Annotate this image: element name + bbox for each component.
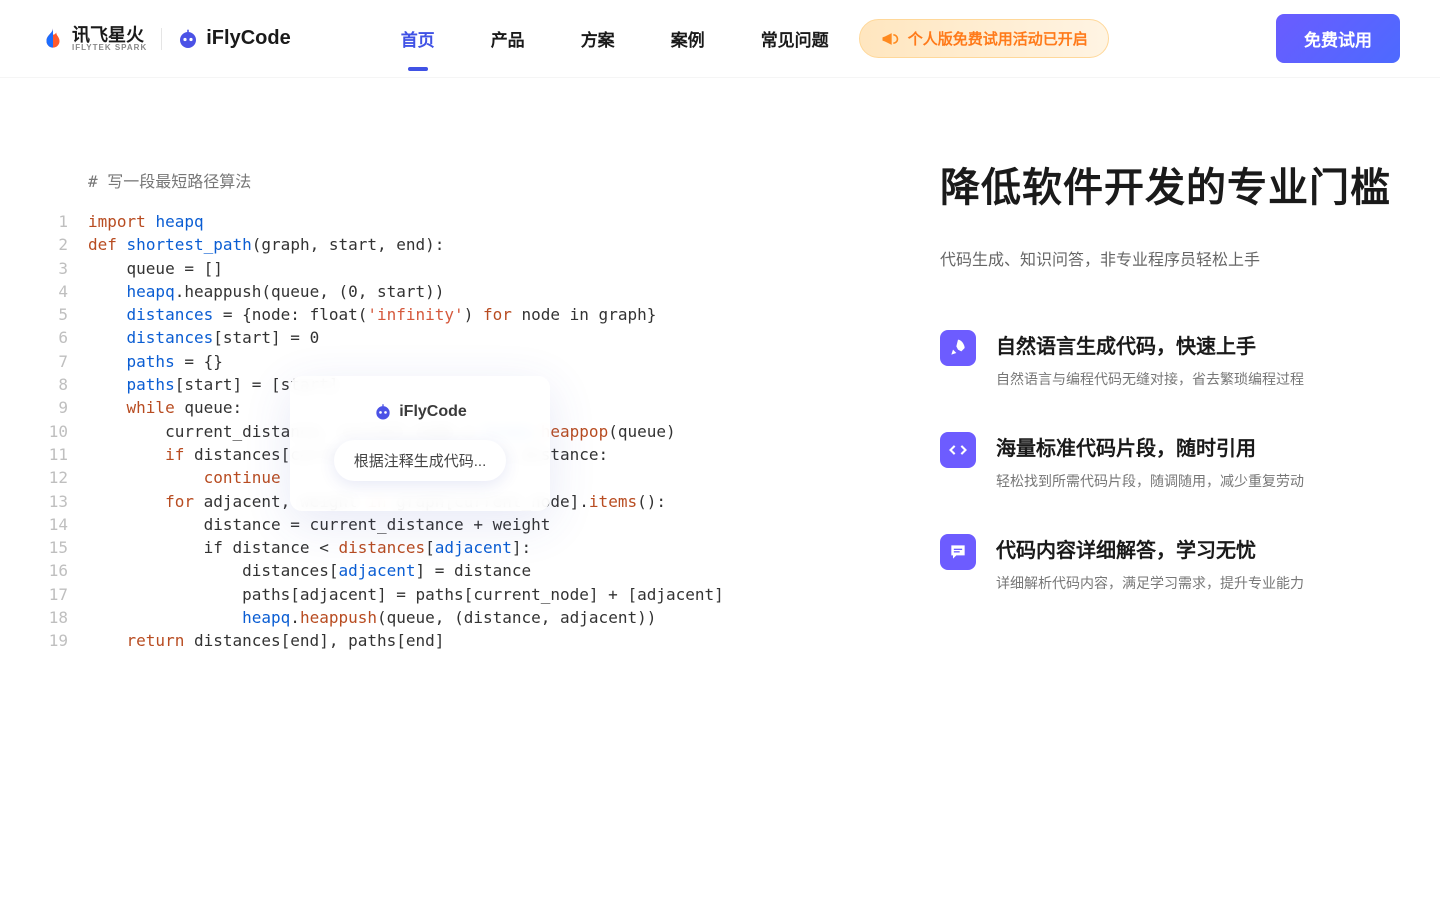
popup-brand-name: iFlyCode bbox=[399, 403, 467, 421]
code-content: while queue: bbox=[88, 396, 242, 419]
cta-free-trial[interactable]: 免费试用 bbox=[1276, 14, 1400, 63]
line-number: 14 bbox=[40, 513, 88, 536]
line-number: 8 bbox=[40, 373, 88, 396]
nav-items: 首页 产品 方案 案例 常见问题 bbox=[401, 20, 829, 57]
feature-text: 自然语言生成代码，快速上手 自然语言与编程代码无缝对接，省去繁琐编程过程 bbox=[996, 330, 1304, 390]
bot-icon bbox=[373, 402, 393, 422]
feature-title: 自然语言生成代码，快速上手 bbox=[996, 330, 1304, 359]
code-content: distances[adjacent] = distance bbox=[88, 559, 531, 582]
flame-icon bbox=[40, 26, 66, 52]
line-number: 19 bbox=[40, 629, 88, 652]
nav-item-faq[interactable]: 常见问题 bbox=[761, 20, 829, 57]
feature-item-3: 代码内容详细解答，学习无忧 详细解析代码内容，满足学习需求，提升专业能力 bbox=[940, 534, 1400, 594]
code-line: 5 distances = {node: float('infinity') f… bbox=[40, 303, 900, 326]
feature-panel: 降低软件开发的专业门槛 代码生成、知识问答，非专业程序员轻松上手 自然语言生成代… bbox=[940, 138, 1400, 653]
popup-brand: iFlyCode bbox=[312, 402, 528, 422]
line-number: 3 bbox=[40, 257, 88, 280]
code-line: 18 heapq.heappush(queue, (distance, adja… bbox=[40, 606, 900, 629]
code-line: 3 queue = [] bbox=[40, 257, 900, 280]
code-line: 4 heapq.heappush(queue, (0, start)) bbox=[40, 280, 900, 303]
brand-spark[interactable]: 讯飞星火 IFLYTEK SPARK bbox=[40, 26, 147, 52]
nav-item-case[interactable]: 案例 bbox=[671, 20, 705, 57]
popup-action[interactable]: 根据注释生成代码... bbox=[334, 440, 507, 481]
chat-icon bbox=[940, 534, 976, 570]
line-number: 11 bbox=[40, 443, 88, 466]
line-number: 16 bbox=[40, 559, 88, 582]
code-content: return distances[end], paths[end] bbox=[88, 629, 444, 652]
brand-spark-name: 讯飞星火 bbox=[72, 26, 147, 44]
line-number: 12 bbox=[40, 466, 88, 489]
code-preview: # 写一段最短路径算法 1import heapq2def shortest_p… bbox=[40, 138, 900, 653]
brand-spark-text: 讯飞星火 IFLYTEK SPARK bbox=[72, 26, 147, 52]
code-line: 15 if distance < distances[adjacent]: bbox=[40, 536, 900, 559]
code-content: heapq.heappush(queue, (0, start)) bbox=[88, 280, 444, 303]
line-number: 9 bbox=[40, 396, 88, 419]
nav-item-solution[interactable]: 方案 bbox=[581, 20, 615, 57]
feature-text: 代码内容详细解答，学习无忧 详细解析代码内容，满足学习需求，提升专业能力 bbox=[996, 534, 1304, 594]
line-number: 17 bbox=[40, 583, 88, 606]
line-number: 2 bbox=[40, 233, 88, 256]
line-number: 15 bbox=[40, 536, 88, 559]
code-content: def shortest_path(graph, start, end): bbox=[88, 233, 444, 256]
code-line: 16 distances[adjacent] = distance bbox=[40, 559, 900, 582]
bot-icon bbox=[176, 27, 200, 51]
suggestion-popup: iFlyCode 根据注释生成代码... bbox=[290, 376, 550, 511]
code-line: 7 paths = {} bbox=[40, 350, 900, 373]
line-number: 7 bbox=[40, 350, 88, 373]
code-content: paths[adjacent] = paths[current_node] + … bbox=[88, 583, 724, 606]
code-comment: # 写一段最短路径算法 bbox=[88, 168, 900, 192]
brand-iflycode[interactable]: iFlyCode bbox=[176, 27, 290, 51]
code-icon bbox=[940, 432, 976, 468]
code-line: 14 distance = current_distance + weight bbox=[40, 513, 900, 536]
line-number: 13 bbox=[40, 490, 88, 513]
feature-desc: 详细解析代码内容，满足学习需求，提升专业能力 bbox=[996, 573, 1304, 594]
headline: 降低软件开发的专业门槛 bbox=[940, 158, 1400, 218]
code-content: import heapq bbox=[88, 210, 204, 233]
nav-item-product[interactable]: 产品 bbox=[491, 20, 525, 57]
feature-text: 海量标准代码片段，随时引用 轻松找到所需代码片段，随调随用，减少重复劳动 bbox=[996, 432, 1304, 492]
line-number: 18 bbox=[40, 606, 88, 629]
brand-iflycode-name: iFlyCode bbox=[206, 27, 290, 50]
code-line: 2def shortest_path(graph, start, end): bbox=[40, 233, 900, 256]
feature-desc: 自然语言与编程代码无缝对接，省去繁琐编程过程 bbox=[996, 369, 1304, 390]
line-number: 6 bbox=[40, 326, 88, 349]
code-line: 17 paths[adjacent] = paths[current_node]… bbox=[40, 583, 900, 606]
rocket-icon bbox=[940, 330, 976, 366]
code-content: distance = current_distance + weight bbox=[88, 513, 550, 536]
brand-spark-sub: IFLYTEK SPARK bbox=[72, 44, 147, 52]
promo-text: 个人版免费试用活动已开启 bbox=[908, 28, 1088, 49]
code-line: 6 distances[start] = 0 bbox=[40, 326, 900, 349]
code-line: 1import heapq bbox=[40, 210, 900, 233]
code-content: continue bbox=[88, 466, 281, 489]
line-number: 1 bbox=[40, 210, 88, 233]
subhead: 代码生成、知识问答，非专业程序员轻松上手 bbox=[940, 246, 1400, 270]
brand-group: 讯飞星火 IFLYTEK SPARK iFlyCode bbox=[40, 26, 291, 52]
code-line: 19 return distances[end], paths[end] bbox=[40, 629, 900, 652]
code-content: heapq.heappush(queue, (distance, adjacen… bbox=[88, 606, 656, 629]
code-content: paths = {} bbox=[88, 350, 223, 373]
code-content: distances[start] = 0 bbox=[88, 326, 319, 349]
code-content: queue = [] bbox=[88, 257, 223, 280]
nav-item-home[interactable]: 首页 bbox=[401, 20, 435, 57]
feature-title: 代码内容详细解答，学习无忧 bbox=[996, 534, 1304, 563]
feature-title: 海量标准代码片段，随时引用 bbox=[996, 432, 1304, 461]
line-number: 10 bbox=[40, 420, 88, 443]
code-content: distances = {node: float('infinity') for… bbox=[88, 303, 656, 326]
line-number: 4 bbox=[40, 280, 88, 303]
top-nav: 讯飞星火 IFLYTEK SPARK iFlyCode 首页 产品 方案 案例 … bbox=[0, 0, 1440, 78]
line-number: 5 bbox=[40, 303, 88, 326]
promo-pill[interactable]: 个人版免费试用活动已开启 bbox=[859, 19, 1109, 58]
feature-item-2: 海量标准代码片段，随时引用 轻松找到所需代码片段，随调随用，减少重复劳动 bbox=[940, 432, 1400, 492]
feature-desc: 轻松找到所需代码片段，随调随用，减少重复劳动 bbox=[996, 471, 1304, 492]
feature-item-1: 自然语言生成代码，快速上手 自然语言与编程代码无缝对接，省去繁琐编程过程 bbox=[940, 330, 1400, 390]
main-content: # 写一段最短路径算法 1import heapq2def shortest_p… bbox=[0, 78, 1440, 653]
brand-separator bbox=[161, 28, 162, 50]
code-content: if distance < distances[adjacent]: bbox=[88, 536, 531, 559]
megaphone-icon bbox=[880, 29, 900, 49]
